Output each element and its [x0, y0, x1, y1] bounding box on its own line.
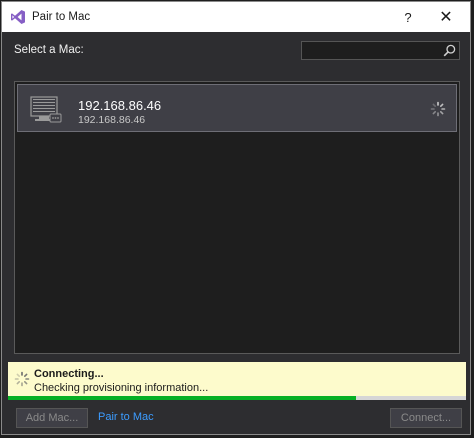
status-spinner-icon [14, 371, 30, 387]
pair-to-mac-dialog: Pair to Mac ? ✕ Select a Mac: 192.168.86… [1, 1, 471, 435]
mac-list[interactable]: 192.168.86.46 192.168.86.46 [14, 81, 460, 354]
search-input[interactable] [302, 42, 440, 59]
connecting-spinner-icon [430, 101, 446, 117]
close-button[interactable]: ✕ [432, 2, 460, 32]
mac-list-item[interactable]: 192.168.86.46 192.168.86.46 [17, 84, 457, 132]
progress-bar-fill [8, 396, 357, 400]
connect-button[interactable]: Connect... [390, 408, 462, 428]
add-mac-button[interactable]: Add Mac... [16, 408, 88, 428]
mac-address: 192.168.86.46 [78, 114, 146, 126]
status-detail: Checking provisioning information... [34, 382, 209, 394]
window-title: Pair to Mac [32, 11, 91, 23]
help-button[interactable]: ? [394, 2, 422, 32]
mac-computer-icon [30, 96, 62, 123]
search-box[interactable] [301, 41, 460, 60]
title-bar: Pair to Mac ? ✕ [2, 2, 470, 32]
mac-name: 192.168.86.46 [78, 98, 162, 113]
progress-bar [8, 396, 466, 400]
pair-to-mac-link[interactable]: Pair to Mac [98, 411, 154, 423]
visual-studio-icon [11, 10, 25, 24]
search-icon[interactable] [443, 44, 456, 57]
status-bar: Connecting... Checking provisioning info… [8, 362, 466, 396]
status-title: Connecting... [34, 368, 104, 380]
select-mac-label: Select a Mac: [14, 44, 84, 56]
